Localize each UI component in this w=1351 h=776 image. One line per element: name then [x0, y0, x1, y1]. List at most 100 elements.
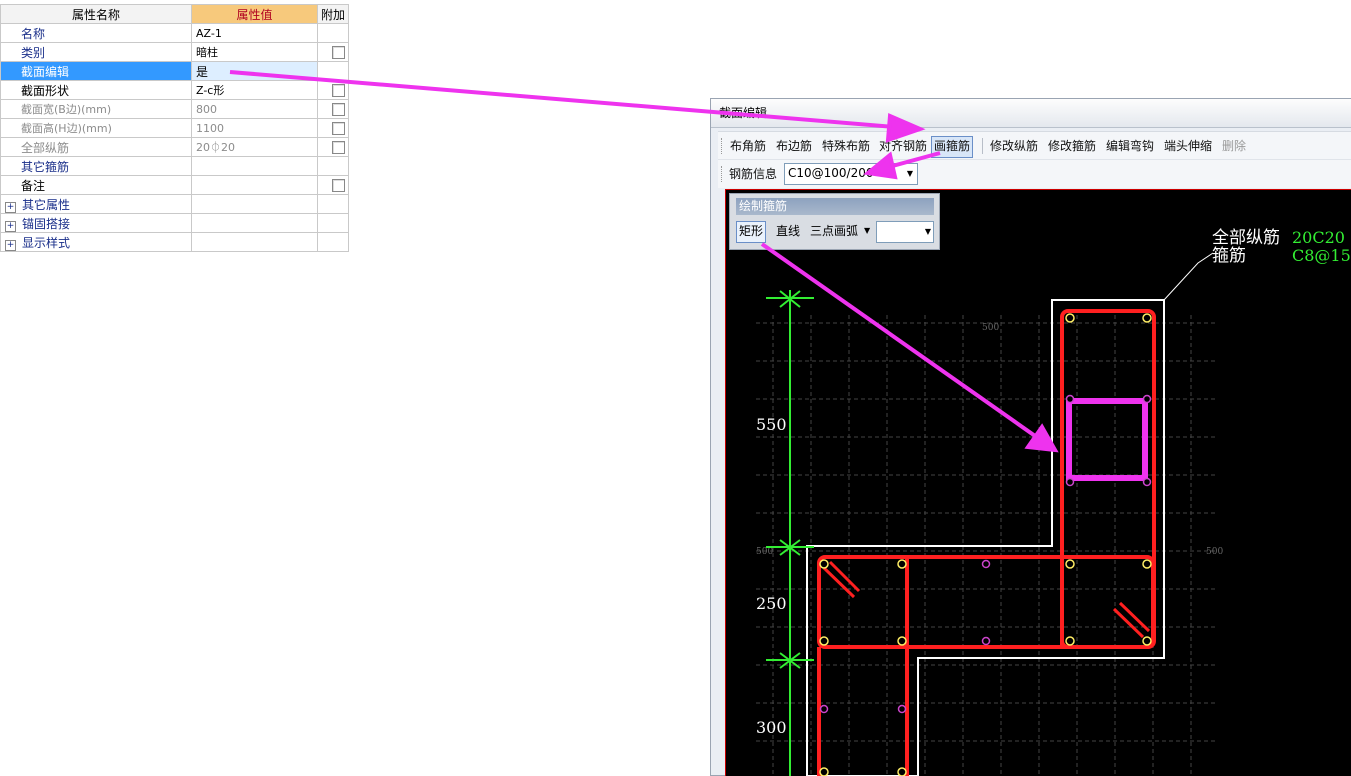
- prop-value-input[interactable]: 800: [191, 99, 318, 119]
- table-row[interactable]: 截面形状 Z-c形: [0, 80, 349, 100]
- group-value: [191, 232, 318, 252]
- extra-cell: [317, 137, 349, 157]
- prop-name: 备注: [0, 175, 192, 195]
- group-row[interactable]: + 显示样式: [0, 232, 349, 252]
- end-extend-button[interactable]: 端头伸缩: [1162, 136, 1214, 156]
- chevron-down-icon[interactable]: ▼: [925, 222, 931, 242]
- annotation-label: 全部纵筋: [1212, 228, 1280, 248]
- extra-cell: [317, 175, 349, 195]
- prop-value-input[interactable]: AZ-1: [191, 23, 318, 43]
- toolbar-separator: [982, 138, 983, 154]
- table-row[interactable]: 截面宽(B边)(mm) 800: [0, 99, 349, 119]
- corner-rebar-button[interactable]: 布角筋: [728, 136, 768, 156]
- grid-header: 属性名称 属性值 附加: [0, 4, 349, 24]
- section-drawing[interactable]: 500 500 500 550 250 300 全部纵筋 20C20 箍筋 C8…: [726, 190, 1351, 776]
- prop-name: 截面宽(B边)(mm): [0, 99, 192, 119]
- window-title: 截面编辑: [711, 99, 1351, 128]
- special-rebar-button[interactable]: 特殊布筋: [820, 136, 872, 156]
- table-row[interactable]: 其它箍筋: [0, 156, 349, 176]
- grid-tick-label: 500: [982, 323, 999, 333]
- group-value: [191, 194, 318, 214]
- dimension-labels: 550 250 300: [756, 415, 787, 737]
- chevron-down-icon[interactable]: ▼: [903, 164, 917, 184]
- extra-checkbox[interactable]: [332, 103, 345, 116]
- prop-value-input[interactable]: 20⏀20: [191, 137, 318, 157]
- header-name[interactable]: 属性名称: [0, 4, 192, 24]
- extra-cell: [317, 118, 349, 138]
- rebar-dot: [981, 559, 991, 569]
- table-row[interactable]: 备注: [0, 175, 349, 195]
- group-name: + 锚固搭接: [0, 213, 192, 233]
- dimension-label: 300: [756, 718, 787, 737]
- group-label: 其它属性: [22, 197, 71, 212]
- group-label: 显示样式: [22, 235, 71, 250]
- draw-stirrup-panel: 绘制箍筋 矩形 直线 三点画弧 ▼ ▼: [729, 193, 940, 250]
- expand-icon[interactable]: +: [5, 220, 16, 232]
- prop-name: 其它箍筋: [0, 156, 192, 176]
- draw-stirrup-button[interactable]: 画箍筋: [931, 136, 974, 158]
- rebar-dot: [897, 704, 907, 714]
- shape-combobox[interactable]: ▼: [876, 221, 934, 243]
- prop-name: 全部纵筋: [0, 137, 192, 157]
- rebar-dot: [819, 559, 829, 569]
- line-button[interactable]: 直线: [774, 221, 802, 241]
- rebar-info-combobox[interactable]: C10@100/200 ▼: [784, 163, 918, 185]
- rebar-info-toolbar: 钢筋信息 C10@100/200 ▼: [718, 159, 1351, 188]
- group-row[interactable]: + 锚固搭接: [0, 213, 349, 233]
- prop-value-input[interactable]: 1100: [191, 118, 318, 138]
- table-row[interactable]: 截面高(H边)(mm) 1100: [0, 118, 349, 138]
- chevron-down-icon[interactable]: ▼: [862, 221, 872, 241]
- table-row[interactable]: 全部纵筋 20⏀20: [0, 137, 349, 157]
- modify-stirrup-button[interactable]: 修改箍筋: [1046, 136, 1098, 156]
- extra-checkbox[interactable]: [332, 122, 345, 135]
- prop-value-input[interactable]: 是: [191, 61, 318, 81]
- highlight-stirrup: [1066, 398, 1148, 481]
- prop-value-input[interactable]: [191, 156, 318, 176]
- group-label: 锚固搭接: [22, 216, 71, 231]
- extra-checkbox[interactable]: [332, 141, 345, 154]
- delete-button[interactable]: 删除: [1220, 136, 1248, 156]
- prop-name: 截面形状: [0, 80, 192, 100]
- edge-rebar-button[interactable]: 布边筋: [774, 136, 814, 156]
- rebar-dot: [1142, 559, 1152, 569]
- panel-title[interactable]: 绘制箍筋: [736, 198, 934, 215]
- extra-cell: [317, 42, 349, 62]
- rectangle-button[interactable]: 矩形: [736, 221, 767, 243]
- section-edit-window: 截面编辑 布角筋 布边筋 特殊布筋 对齐钢筋 画箍筋 修改纵筋 修改箍筋 编辑弯…: [710, 98, 1351, 776]
- extra-checkbox[interactable]: [332, 179, 345, 192]
- rebar-dot: [1142, 477, 1152, 487]
- extra-checkbox[interactable]: [332, 84, 345, 97]
- rebar-info-value[interactable]: C10@100/200: [788, 166, 874, 180]
- table-row[interactable]: 类别 暗柱: [0, 42, 349, 62]
- annotation-label: 箍筋: [1212, 246, 1246, 266]
- rebar-dot: [1065, 477, 1075, 487]
- three-point-arc-button[interactable]: 三点画弧: [808, 221, 860, 241]
- extra-cell: [317, 156, 349, 176]
- table-row[interactable]: 截面编辑 是: [0, 61, 349, 81]
- section-canvas[interactable]: 500 500 500 550 250 300 全部纵筋 20C20 箍筋 C8…: [725, 189, 1351, 776]
- prop-value-input[interactable]: Z-c形: [191, 80, 318, 100]
- prop-name: 截面高(H边)(mm): [0, 118, 192, 138]
- expand-icon[interactable]: +: [5, 201, 16, 213]
- header-extra[interactable]: 附加: [317, 4, 349, 24]
- property-grid: 属性名称 属性值 附加 名称 AZ-1 类别 暗柱 截面编辑 是 截面形状 Z-…: [0, 4, 349, 252]
- header-value[interactable]: 属性值: [191, 4, 318, 24]
- rebar-dot: [819, 636, 829, 646]
- prop-name: 截面编辑: [0, 61, 192, 81]
- toolbar-grip[interactable]: [721, 166, 724, 182]
- extra-checkbox[interactable]: [332, 46, 345, 59]
- toolbar-grip[interactable]: [721, 138, 724, 154]
- annotation-leader: [1163, 252, 1214, 301]
- section-outline: [806, 299, 1165, 776]
- edit-hook-button[interactable]: 编辑弯钩: [1104, 136, 1156, 156]
- rebar-dot: [897, 559, 907, 569]
- stirrup: [817, 555, 1155, 649]
- table-row[interactable]: 名称 AZ-1: [0, 23, 349, 43]
- extra-cell: [317, 99, 349, 119]
- prop-value-input[interactable]: [191, 175, 318, 195]
- align-rebar-button[interactable]: 对齐钢筋: [877, 136, 929, 156]
- modify-longitudinal-button[interactable]: 修改纵筋: [988, 136, 1040, 156]
- expand-icon[interactable]: +: [5, 239, 16, 251]
- group-row[interactable]: + 其它属性: [0, 194, 349, 214]
- prop-value-input[interactable]: 暗柱: [191, 42, 318, 62]
